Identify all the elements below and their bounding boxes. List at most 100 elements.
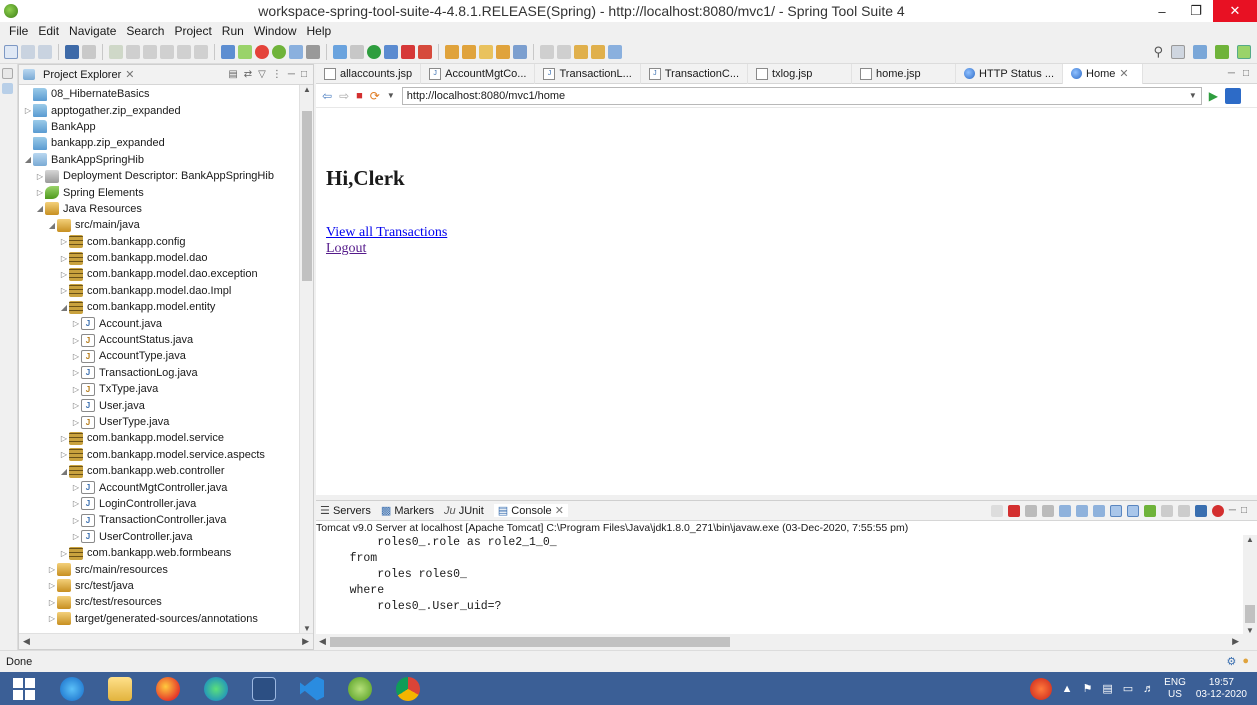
console-scroll-thumb[interactable] xyxy=(1245,605,1255,623)
menu-file[interactable]: File xyxy=(4,24,33,38)
tree-item[interactable]: ▷ J AccountType.java xyxy=(19,348,299,364)
task-icon[interactable] xyxy=(496,44,510,59)
tree-item[interactable]: ◢ com.bankapp.web.controller xyxy=(19,463,299,479)
tab-servers[interactable]: ☰ Servers xyxy=(320,504,371,517)
tree-item[interactable]: ▷ src/test/java xyxy=(19,578,299,594)
stop-loading-icon[interactable]: ■ xyxy=(356,90,363,102)
scroll-right-icon[interactable]: ▶ xyxy=(1232,636,1239,647)
view-all-transactions-link[interactable]: View all Transactions xyxy=(326,225,1257,241)
taskbar-explorer[interactable] xyxy=(96,672,144,705)
resume-icon[interactable] xyxy=(109,44,123,59)
tree-item[interactable]: ▷ J User.java xyxy=(19,397,299,413)
debug-icon[interactable] xyxy=(384,44,398,59)
forward-arrow-icon[interactable]: ⇨ xyxy=(339,89,349,103)
maximize-view-icon[interactable]: □ xyxy=(1243,68,1249,79)
collapse-all-icon[interactable]: ▤ xyxy=(228,69,237,80)
terminal-icon[interactable] xyxy=(65,44,79,59)
maximize-view-icon[interactable]: □ xyxy=(301,69,307,80)
tree-item[interactable]: ▷ J TxType.java xyxy=(19,381,299,397)
tree-expand-icon[interactable]: ◢ xyxy=(59,467,69,476)
editor-tab[interactable]: Home ✕ xyxy=(1063,63,1144,84)
tree-item[interactable]: ▷ target/generated-sources/annotations xyxy=(19,611,299,627)
tree-item[interactable]: ▷ J UserType.java xyxy=(19,414,299,430)
tree-expand-icon[interactable]: ▷ xyxy=(59,549,69,558)
tree-expand-icon[interactable]: ▷ xyxy=(71,319,81,328)
previous-annotation-icon[interactable] xyxy=(557,44,571,59)
tree-item[interactable]: ▷ apptogather.zip_expanded xyxy=(19,102,299,118)
spring-boot-icon[interactable] xyxy=(238,44,252,59)
minimize-button[interactable]: – xyxy=(1145,0,1179,22)
tree-expand-icon[interactable]: ▷ xyxy=(47,614,57,623)
tree-item[interactable]: ▷ src/test/resources xyxy=(19,594,299,610)
tree-expand-icon[interactable]: ▷ xyxy=(71,499,81,508)
tree-expand-icon[interactable]: ▷ xyxy=(59,254,69,263)
tree-item[interactable]: ◢ BankAppSpringHib xyxy=(19,152,299,168)
console-pin-icon[interactable] xyxy=(990,504,1003,517)
scroll-lock-icon[interactable] xyxy=(1075,504,1088,517)
editor-tab[interactable]: J TransactionC... xyxy=(641,63,749,84)
link-editor-icon[interactable]: ⇄ xyxy=(244,69,252,80)
tree-item[interactable]: ▷ J AccountMgtController.java xyxy=(19,479,299,495)
url-history-icon[interactable]: ▼ xyxy=(1189,91,1201,100)
minimize-view-icon[interactable]: ─ xyxy=(288,69,295,80)
forward-icon[interactable] xyxy=(591,44,605,59)
tree-expand-icon[interactable]: ▷ xyxy=(59,270,69,279)
go-icon[interactable]: ▶ xyxy=(1209,89,1218,103)
search-tool-icon[interactable] xyxy=(513,44,527,59)
pin-icon[interactable] xyxy=(350,44,364,59)
editor-tab[interactable]: txlog.jsp xyxy=(748,63,853,84)
tab-console[interactable]: ▤ Console ✕ xyxy=(493,504,568,517)
editor-tab[interactable]: J AccountMgtCo... xyxy=(421,63,536,84)
tree-item[interactable]: ▷ com.bankapp.config xyxy=(19,234,299,250)
menu-edit[interactable]: Edit xyxy=(33,24,64,38)
close-icon[interactable]: ✕ xyxy=(1119,67,1128,80)
tree-expand-icon[interactable]: ▷ xyxy=(47,581,57,590)
url-field[interactable]: http://localhost:8080/mvc1/home ▼ xyxy=(401,86,1202,105)
step-return-icon[interactable] xyxy=(194,44,208,59)
tree-expand-icon[interactable]: ▷ xyxy=(59,286,69,295)
menu-run[interactable]: Run xyxy=(217,24,249,38)
language-indicator[interactable]: ENG US xyxy=(1164,677,1186,701)
flag-icon[interactable]: ⚑ xyxy=(1082,682,1092,695)
step-over-icon[interactable] xyxy=(177,44,191,59)
menu-project[interactable]: Project xyxy=(169,24,216,38)
taskbar-clock[interactable]: 19:57 03-12-2020 xyxy=(1196,677,1247,701)
console-hscroll-thumb[interactable] xyxy=(330,637,730,647)
editor-tab[interactable]: HTTP Status ... xyxy=(956,63,1064,84)
word-wrap-icon[interactable] xyxy=(1092,504,1105,517)
tip-bulb-icon[interactable]: ● xyxy=(1242,655,1249,668)
stop-server-icon[interactable] xyxy=(255,44,269,59)
notification-icon[interactable]: ⚙ xyxy=(1226,655,1236,668)
open-file-icon[interactable] xyxy=(462,44,476,59)
tree-expand-icon[interactable]: ◢ xyxy=(59,303,69,312)
maximize-view-icon[interactable]: □ xyxy=(1241,505,1247,517)
tree-item[interactable]: ◢ src/main/java xyxy=(19,217,299,233)
back-icon[interactable] xyxy=(574,44,588,59)
tree-item[interactable]: ◢ com.bankapp.model.entity xyxy=(19,299,299,315)
minimize-view-icon[interactable]: ─ xyxy=(1228,68,1235,79)
menu-navigate[interactable]: Navigate xyxy=(64,24,121,38)
tree-item[interactable]: ▷ com.bankapp.model.dao xyxy=(19,250,299,266)
tree-expand-icon[interactable]: ▷ xyxy=(71,418,81,427)
tree-expand-icon[interactable]: ▷ xyxy=(23,106,33,115)
tree-expand-icon[interactable]: ▷ xyxy=(47,565,57,574)
server-icon[interactable] xyxy=(221,44,235,59)
open-type-icon[interactable] xyxy=(333,44,347,59)
back-arrow-icon[interactable]: ⇦ xyxy=(322,89,332,103)
suspend-icon[interactable] xyxy=(126,44,140,59)
tree-item[interactable]: ▷ J TransactionLog.java xyxy=(19,365,299,381)
tab-junit[interactable]: Ju JUnit xyxy=(444,505,484,517)
tree-expand-icon[interactable]: ▷ xyxy=(59,237,69,246)
editor-tab[interactable]: allaccounts.jsp xyxy=(316,63,422,84)
show-stderr-icon[interactable] xyxy=(1126,504,1139,517)
open-folder-icon[interactable] xyxy=(445,44,459,59)
tree-expand-icon[interactable]: ◢ xyxy=(23,155,33,164)
tree-item[interactable]: ▷ J LoginController.java xyxy=(19,496,299,512)
tree-expand-icon[interactable]: ▷ xyxy=(71,368,81,377)
skip-breakpoints-icon[interactable] xyxy=(82,44,96,59)
tree-expand-icon[interactable]: ▷ xyxy=(59,434,69,443)
taskbar-sts[interactable] xyxy=(336,672,384,705)
tree-item[interactable]: ▷ J TransactionController.java xyxy=(19,512,299,528)
tree-item[interactable]: ▷ com.bankapp.model.dao.Impl xyxy=(19,283,299,299)
open-external-browser-icon[interactable] xyxy=(1225,87,1241,104)
